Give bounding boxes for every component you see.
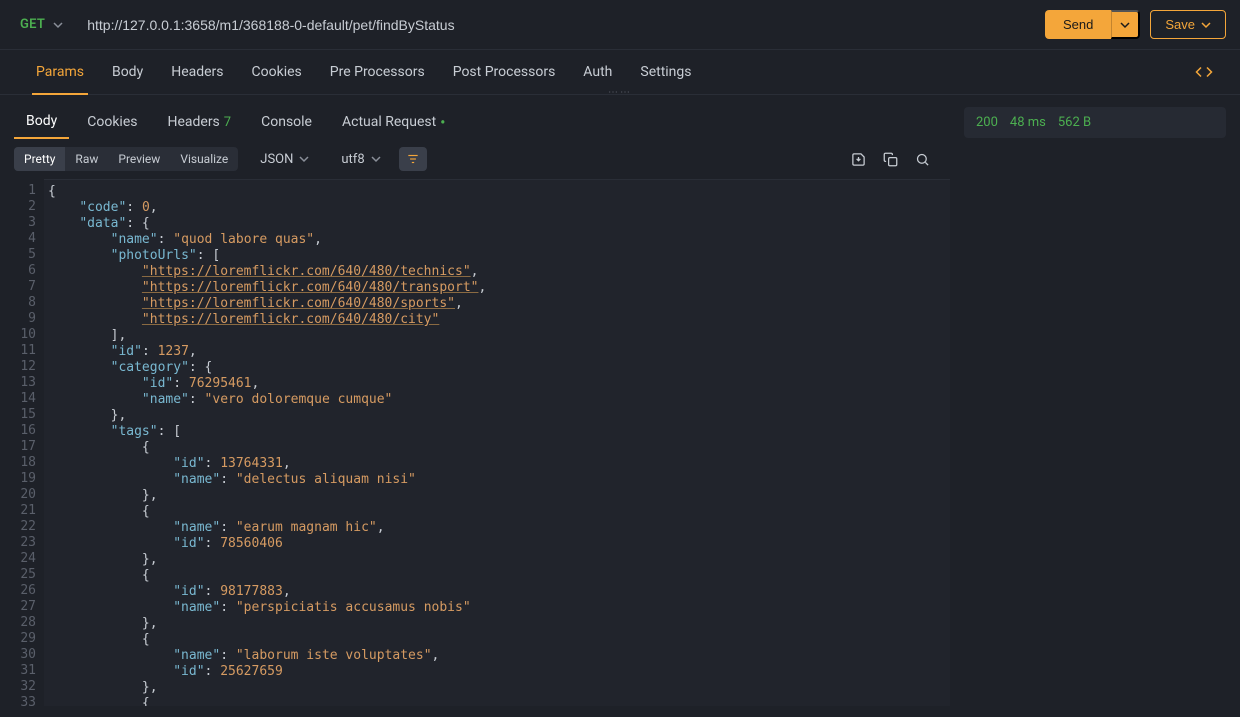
code-line: "id": 1237,	[44, 344, 950, 360]
code-line: ],	[44, 328, 950, 344]
response-tab-console[interactable]: Console	[249, 106, 324, 138]
view-toolbar: PrettyRawPreviewVisualize JSON utf8	[0, 139, 950, 179]
code-line: "name": "delectus aliquam nisi"	[44, 472, 950, 488]
request-bar: GET Send Save	[0, 0, 1240, 50]
format-select[interactable]: JSON	[250, 148, 319, 171]
code-line: {	[44, 440, 950, 456]
code-line: "id": 25627659	[44, 664, 950, 680]
filter-button[interactable]	[399, 147, 427, 171]
response-meta-panel: 200 48 ms 562 B	[950, 95, 1240, 706]
code-line: },	[44, 408, 950, 424]
view-mode-visualize[interactable]: Visualize	[170, 147, 238, 171]
chevron-down-icon	[53, 20, 63, 30]
code-line: {	[44, 184, 950, 200]
code-line: {	[44, 568, 950, 584]
copy-icon[interactable]	[876, 145, 904, 173]
drag-handle-icon[interactable]: ⋯⋯	[608, 87, 632, 98]
code-line: "https://loremflickr.com/640/480/transpo…	[44, 280, 950, 296]
tab-headers[interactable]: Headers	[157, 50, 237, 94]
code-line: "name": "laborum iste voluptates",	[44, 648, 950, 664]
code-line: "id": 78560406	[44, 536, 950, 552]
code-line: "https://loremflickr.com/640/480/city"	[44, 312, 950, 328]
response-tabs: BodyCookiesHeaders7ConsoleActual Request…	[0, 95, 950, 139]
code-lines: { "code": 0, "data": { "name": "quod lab…	[44, 179, 950, 706]
save-label: Save	[1165, 17, 1195, 32]
code-line: "id": 98177883,	[44, 584, 950, 600]
send-button[interactable]: Send	[1045, 10, 1111, 39]
encoding-label: utf8	[341, 152, 364, 167]
code-line: {	[44, 504, 950, 520]
tab-cookies[interactable]: Cookies	[238, 50, 316, 94]
code-line: },	[44, 552, 950, 568]
line-gutter: 1234567891011121314151617181920212223242…	[0, 179, 44, 706]
response-body-code[interactable]: 1234567891011121314151617181920212223242…	[0, 179, 950, 706]
code-line: "id": 13764331,	[44, 456, 950, 472]
code-line: "photoUrls": [	[44, 248, 950, 264]
chevron-down-icon	[299, 154, 309, 164]
view-mode-preview[interactable]: Preview	[108, 147, 170, 171]
code-line: "name": "perspiciatis accusamus nobis"	[44, 600, 950, 616]
save-button[interactable]: Save	[1150, 10, 1226, 39]
response-status: 200 48 ms 562 B	[964, 107, 1226, 138]
code-line: "tags": [	[44, 424, 950, 440]
code-line: "name": "vero doloremque cumque"	[44, 392, 950, 408]
response-tab-actual-request[interactable]: Actual Request •	[330, 106, 458, 138]
tab-settings[interactable]: Settings	[626, 50, 705, 94]
send-split-button[interactable]	[1111, 10, 1140, 39]
code-line: },	[44, 680, 950, 696]
status-size: 562 B	[1058, 115, 1091, 130]
code-line: "name": "earum magnam hic",	[44, 520, 950, 536]
search-icon[interactable]	[908, 145, 936, 173]
tab-body[interactable]: Body	[98, 50, 157, 94]
code-line: "code": 0,	[44, 200, 950, 216]
tab-params[interactable]: Params	[22, 50, 98, 94]
response-tab-body[interactable]: Body	[14, 105, 69, 139]
code-icon[interactable]	[1190, 58, 1218, 86]
code-line: "data": {	[44, 216, 950, 232]
code-line: "https://loremflickr.com/640/480/sports"…	[44, 296, 950, 312]
response-tab-cookies[interactable]: Cookies	[75, 106, 149, 138]
tab-post-processors[interactable]: Post Processors	[439, 50, 570, 94]
code-line: "category": {	[44, 360, 950, 376]
chevron-down-icon	[1120, 20, 1130, 30]
send-button-group: Send	[1045, 10, 1140, 39]
save-response-icon[interactable]	[844, 145, 872, 173]
method-label: GET	[20, 17, 45, 32]
code-line: "https://loremflickr.com/640/480/technic…	[44, 264, 950, 280]
encoding-select[interactable]: utf8	[331, 148, 390, 171]
url-input[interactable]	[79, 13, 1035, 37]
view-mode-raw[interactable]: Raw	[65, 147, 108, 171]
status-code: 200	[976, 115, 998, 130]
code-line: {	[44, 696, 950, 706]
request-tabs: ParamsBodyHeadersCookiesPre ProcessorsPo…	[0, 50, 1240, 95]
chevron-down-icon	[371, 154, 381, 164]
code-line: "name": "quod labore quas",	[44, 232, 950, 248]
response-tab-headers[interactable]: Headers7	[155, 106, 243, 138]
code-line: {	[44, 632, 950, 648]
status-time: 48 ms	[1010, 115, 1046, 130]
code-line: "id": 76295461,	[44, 376, 950, 392]
method-select[interactable]: GET	[14, 13, 69, 36]
code-line: },	[44, 616, 950, 632]
response-panel: BodyCookiesHeaders7ConsoleActual Request…	[0, 95, 950, 706]
view-mode-group: PrettyRawPreviewVisualize	[14, 147, 238, 171]
chevron-down-icon	[1201, 20, 1211, 30]
view-mode-pretty[interactable]: Pretty	[14, 147, 65, 171]
format-label: JSON	[260, 152, 293, 167]
tab-pre-processors[interactable]: Pre Processors	[316, 50, 439, 94]
code-line: },	[44, 488, 950, 504]
